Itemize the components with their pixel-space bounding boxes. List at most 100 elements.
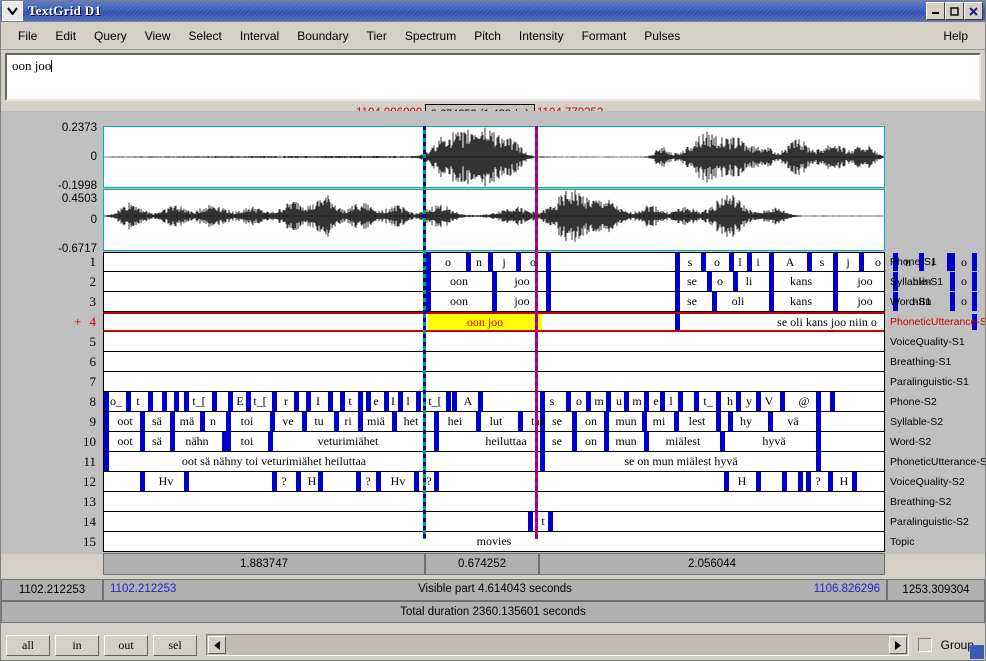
interval-cell[interactable]: oon joo: [428, 314, 542, 330]
interval-boundary[interactable]: [104, 432, 109, 451]
interval-cell[interactable]: het: [396, 412, 426, 431]
interval-cell[interactable]: ri: [339, 412, 357, 431]
interval-boundary[interactable]: [716, 412, 721, 431]
interval-cell[interactable]: oot: [110, 432, 140, 451]
interval-boundary[interactable]: [162, 392, 167, 411]
interval-boundary[interactable]: [140, 472, 145, 491]
interval-cell[interactable]: m: [590, 392, 608, 411]
tier-name-label[interactable]: Breathing-S1: [887, 352, 985, 372]
tier-number[interactable]: 11: [1, 452, 101, 472]
interval-boundary[interactable]: [184, 472, 189, 491]
interval-boundary[interactable]: [675, 314, 680, 330]
interval-cell[interactable]: vä: [780, 412, 806, 431]
interval-cell[interactable]: hy: [734, 412, 758, 431]
tier-row[interactable]: oot sä nähn toi veturimiähet heiluttaa se on mun…: [103, 432, 885, 452]
interval-cell[interactable]: s: [679, 253, 701, 271]
tier-name-label[interactable]: Paralinguistic-S1: [887, 372, 985, 392]
interval-cell[interactable]: ve: [276, 412, 300, 431]
waveform-channel-1[interactable]: [103, 126, 885, 188]
interval-cell[interactable]: t: [344, 392, 356, 411]
interval-cell[interactable]: oot sä nähny toi veturimiähet heiluttaa: [114, 452, 434, 471]
interval-cell[interactable]: joo: [839, 272, 891, 291]
interval-cell[interactable]: mä: [174, 412, 200, 431]
interval-cell[interactable]: Hv: [382, 472, 414, 491]
interval-cell[interactable]: ?: [362, 472, 374, 491]
tier-number[interactable]: 9: [1, 412, 101, 432]
interval-cell[interactable]: r: [279, 392, 293, 411]
interval-cell[interactable]: I: [387, 392, 399, 411]
interval-cell[interactable]: l: [402, 392, 414, 411]
group-checkbox[interactable]: [917, 638, 932, 652]
interval-boundary[interactable]: [416, 392, 421, 411]
interval-cell[interactable]: joo: [498, 292, 546, 311]
interval-cell[interactable]: ?: [276, 472, 292, 491]
interval-cell[interactable]: sä: [144, 432, 170, 451]
interval-cell[interactable]: I: [311, 392, 325, 411]
interval-cell[interactable]: u: [611, 392, 627, 411]
interval-cell[interactable]: oot: [110, 412, 140, 431]
interval-boundary[interactable]: [833, 292, 838, 311]
interval-boundary[interactable]: [376, 472, 381, 491]
interval-boundary[interactable]: [833, 272, 838, 291]
interval-boundary[interactable]: [226, 432, 231, 451]
interval-cell[interactable]: movies: [454, 532, 534, 551]
interval-cell[interactable]: toi: [232, 432, 262, 451]
interval-cell[interactable]: y: [742, 392, 756, 411]
tier-grid[interactable]: o n j o s o l i As j o n i o oon joo se o li kans joo niin o oo…: [103, 252, 977, 552]
interval-boundary[interactable]: [328, 392, 333, 411]
interval-cell[interactable]: li: [737, 272, 761, 291]
interval-cell[interactable]: lest: [680, 412, 714, 431]
menu-pitch[interactable]: Pitch: [465, 26, 510, 46]
zoom-sel-button[interactable]: sel: [153, 634, 197, 656]
tier-number[interactable]: 15: [1, 532, 101, 552]
interval-cell[interactable]: Hv: [148, 472, 184, 491]
interval-cell[interactable]: se: [679, 272, 705, 291]
menu-file[interactable]: File: [9, 26, 46, 46]
interval-boundary[interactable]: [518, 412, 523, 431]
interval-cell[interactable]: A: [776, 253, 804, 271]
interval-boundary[interactable]: [720, 432, 725, 451]
interval-boundary[interactable]: [724, 472, 729, 491]
interval-cell[interactable]: i: [751, 253, 765, 271]
interval-boundary[interactable]: [272, 392, 277, 411]
triangle-right-icon[interactable]: [888, 636, 907, 654]
close-button[interactable]: [964, 2, 983, 20]
interval-cell[interactable]: tu: [307, 412, 331, 431]
interval-boundary[interactable]: [816, 392, 821, 411]
interval-boundary[interactable]: [604, 412, 609, 431]
menu-view[interactable]: View: [136, 26, 180, 46]
interval-cell[interactable]: H: [732, 472, 752, 491]
interval-boundary[interactable]: [816, 412, 821, 431]
interval-boundary[interactable]: [644, 432, 649, 451]
interval-boundary[interactable]: [782, 472, 787, 491]
tier-row[interactable]: [103, 492, 885, 512]
interval-boundary[interactable]: [434, 432, 439, 451]
interval-boundary[interactable]: [572, 432, 577, 451]
interval-boundary[interactable]: [816, 432, 821, 451]
interval-boundary[interactable]: [756, 392, 761, 411]
interval-cell[interactable]: kans: [773, 292, 829, 311]
horizontal-scrollbar[interactable]: [206, 634, 909, 656]
interval-cell[interactable]: oon: [430, 292, 488, 311]
menu-query[interactable]: Query: [85, 26, 136, 46]
interval-cell[interactable]: se: [544, 432, 570, 451]
interval-cell[interactable]: ?: [810, 472, 826, 491]
interval-cell[interactable]: e: [369, 392, 383, 411]
tier-name-label[interactable]: PhoneticUtterance-S1: [887, 312, 985, 332]
interval-boundary[interactable]: [546, 292, 551, 311]
tier-number[interactable]: 7: [1, 372, 101, 392]
interval-cell[interactable]: t: [534, 512, 552, 531]
interval-cell[interactable]: o: [711, 272, 729, 291]
interval-boundary[interactable]: [296, 472, 301, 491]
interval-boundary[interactable]: [546, 272, 551, 291]
interval-cell[interactable]: mi: [648, 412, 670, 431]
interval-cell[interactable]: A: [459, 392, 477, 411]
interval-boundary[interactable]: [452, 392, 457, 411]
interval-cell[interactable]: V: [762, 392, 776, 411]
interval-cell[interactable]: o_: [106, 392, 126, 411]
interval-boundary[interactable]: [816, 452, 821, 471]
window-menu-icon[interactable]: [2, 1, 23, 21]
tier-name-label[interactable]: Phone-S2: [887, 392, 985, 412]
menu-intensity[interactable]: Intensity: [510, 26, 573, 46]
interval-boundary[interactable]: [566, 392, 571, 411]
